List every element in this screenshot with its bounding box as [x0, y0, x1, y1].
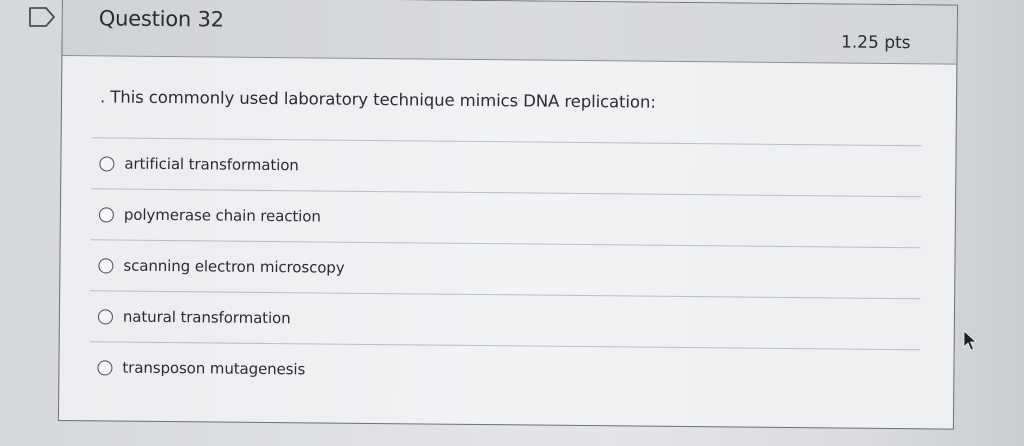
question-prompt: . This commonly used laboratory techniqu…: [99, 87, 656, 112]
mouse-cursor-icon: [963, 330, 978, 351]
question-points: 1.25 pts: [840, 32, 911, 54]
answer-list: artificial transformation polymerase cha…: [89, 137, 922, 401]
radio-button[interactable]: [98, 257, 114, 274]
radio-button[interactable]: [99, 155, 115, 172]
answer-label: natural transformation: [122, 307, 291, 328]
radio-button[interactable]: [98, 206, 114, 223]
answer-label: transposon mutagenesis: [122, 358, 306, 379]
answer-option[interactable]: scanning electron microscopy: [90, 239, 921, 299]
question-card: Question 32 1.25 pts . This commonly use…: [57, 0, 958, 430]
answer-option[interactable]: transposon mutagenesis: [89, 341, 920, 401]
flag-question-icon[interactable]: [27, 6, 57, 28]
question-title: Question 32: [98, 6, 225, 32]
question-header: Question 32 1.25 pts: [62, 0, 957, 65]
answer-label: scanning electron microscopy: [123, 256, 345, 277]
radio-button[interactable]: [97, 359, 113, 376]
answer-option[interactable]: natural transformation: [89, 290, 921, 350]
answer-option[interactable]: polymerase chain reaction: [90, 188, 922, 248]
answer-option[interactable]: artificial transformation: [91, 137, 922, 197]
answer-label: polymerase chain reaction: [123, 205, 321, 226]
answer-label: artificial transformation: [124, 154, 299, 175]
radio-button[interactable]: [97, 308, 113, 325]
